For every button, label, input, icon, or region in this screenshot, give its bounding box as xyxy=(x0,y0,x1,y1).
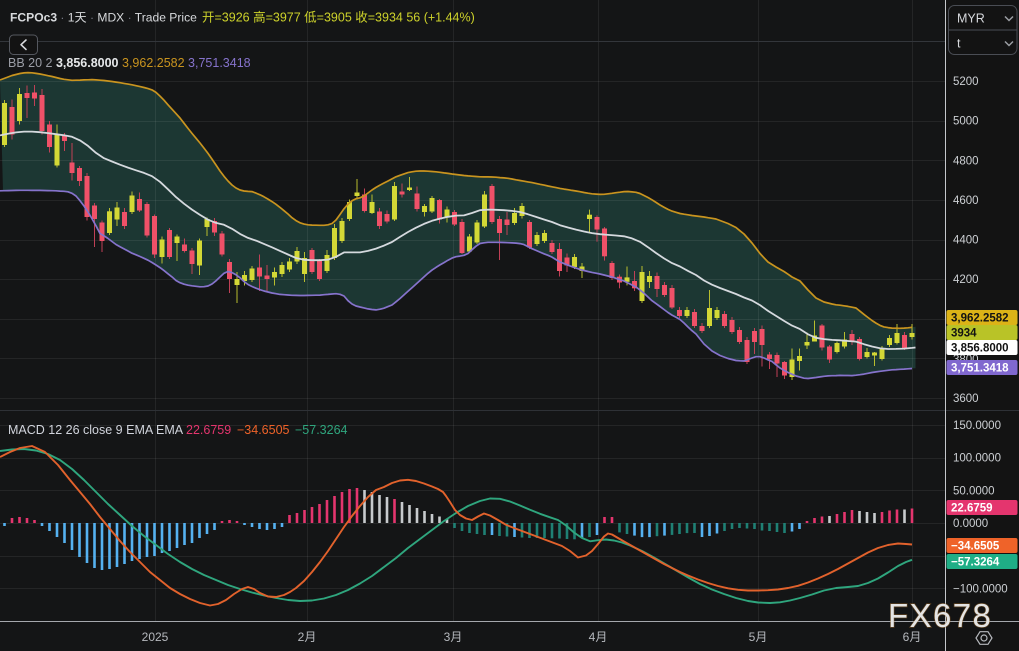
svg-text:MYR: MYR xyxy=(957,12,985,26)
svg-text:100.0000: 100.0000 xyxy=(953,453,1001,465)
svg-text:BB 20 2 3,856.8000 3,962.2582: BB 20 2 3,856.8000 3,962.2582 3,751.3418 xyxy=(8,56,251,70)
svg-text:5200: 5200 xyxy=(953,76,979,88)
svg-text:FCPOc3 · 1天 · MDX · Trade Pric: FCPOc3 · 1天 · MDX · Trade Price xyxy=(10,11,197,25)
svg-text:3,962.2582: 3,962.2582 xyxy=(951,313,1009,325)
svg-text:4800: 4800 xyxy=(953,155,979,167)
svg-text:4600: 4600 xyxy=(953,195,979,207)
svg-text:50.0000: 50.0000 xyxy=(953,485,995,497)
svg-text:22.6759: 22.6759 xyxy=(951,503,993,515)
svg-text:−57.3264: −57.3264 xyxy=(295,423,348,437)
svg-text:3,751.3418: 3,751.3418 xyxy=(951,363,1009,375)
svg-text:5000: 5000 xyxy=(953,116,979,128)
svg-text:3,856.8000: 3,856.8000 xyxy=(951,343,1009,355)
svg-text:4400: 4400 xyxy=(953,235,979,247)
svg-text:FX678: FX678 xyxy=(888,597,992,634)
svg-text:−34.6505: −34.6505 xyxy=(237,423,290,437)
svg-text:t: t xyxy=(957,37,961,51)
svg-text:MACD 12 26 close 9 EMA EMA: MACD 12 26 close 9 EMA EMA xyxy=(8,423,184,437)
svg-text:−100.0000: −100.0000 xyxy=(953,584,1008,596)
svg-text:−34.6505: −34.6505 xyxy=(951,541,1000,553)
svg-text:2月: 2月 xyxy=(298,630,317,644)
svg-text:3934: 3934 xyxy=(951,328,977,340)
svg-text:3月: 3月 xyxy=(444,630,463,644)
svg-text:3600: 3600 xyxy=(953,393,979,405)
svg-text:4月: 4月 xyxy=(589,630,608,644)
svg-text:22.6759: 22.6759 xyxy=(186,423,231,437)
svg-text:4200: 4200 xyxy=(953,274,979,286)
svg-text:5月: 5月 xyxy=(749,630,768,644)
svg-text:开=3926 高=3977 低=3905 收=3934: 开=3926 高=3977 低=3905 收=3934 56 (+1.44%) xyxy=(202,10,475,25)
svg-text:−57.3264: −57.3264 xyxy=(951,557,1000,569)
svg-text:150.0000: 150.0000 xyxy=(953,420,1001,432)
svg-text:2025: 2025 xyxy=(142,630,169,644)
svg-text:0.0000: 0.0000 xyxy=(953,518,988,530)
